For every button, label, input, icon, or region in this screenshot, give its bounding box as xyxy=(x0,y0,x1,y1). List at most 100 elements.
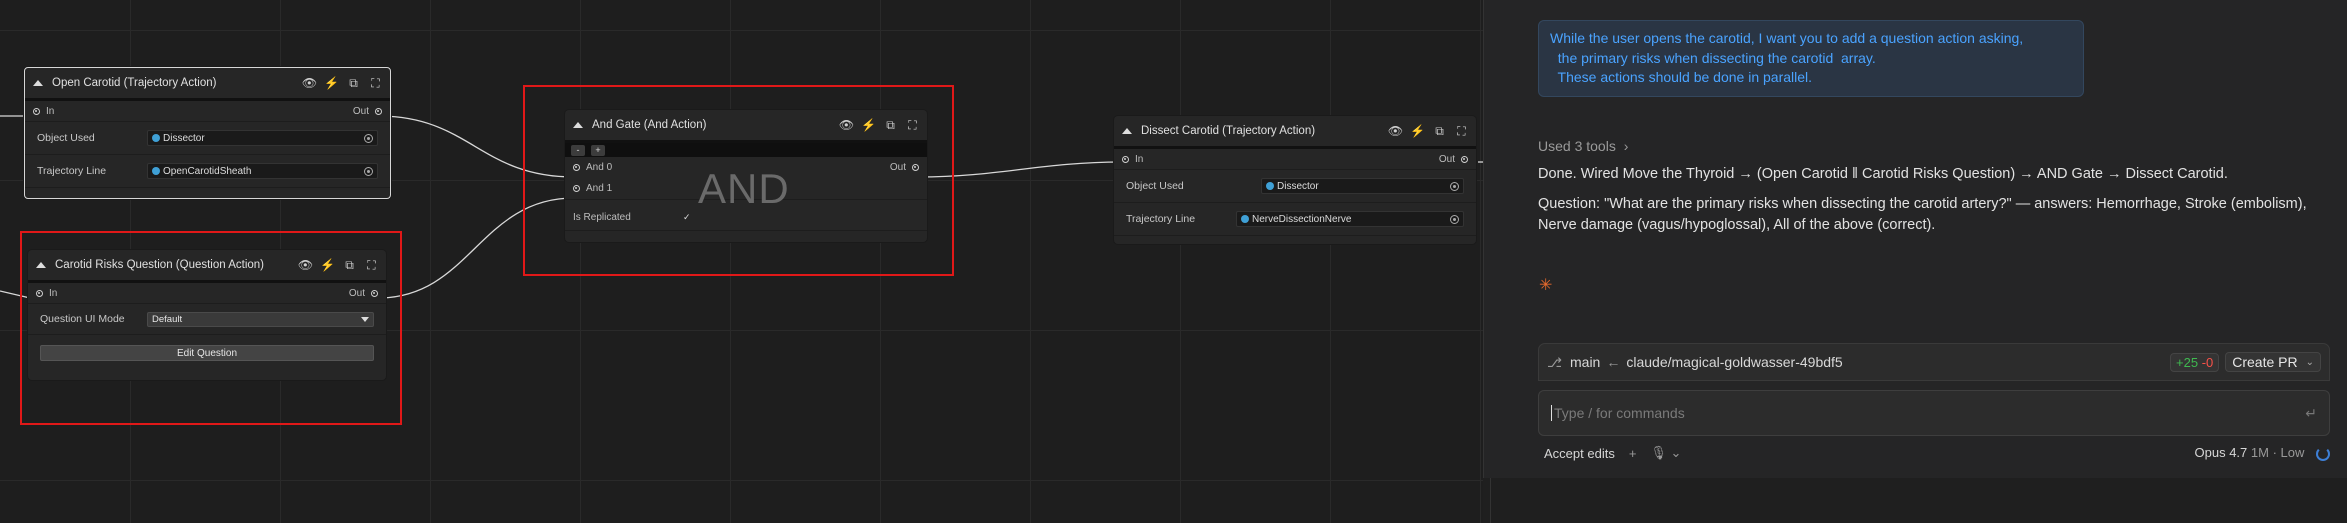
model-context: 1M · Low xyxy=(2250,445,2305,461)
out-label: Out xyxy=(889,162,906,173)
copy-icon[interactable]: ⧉ xyxy=(884,119,897,132)
chevron-right-icon: › xyxy=(1623,138,1629,154)
used-tools-toggle[interactable]: Used 3 tools › xyxy=(1538,138,1628,154)
out-label: Out xyxy=(352,105,369,117)
in-pin[interactable] xyxy=(33,107,40,115)
diff-stats: +25 -0 xyxy=(2170,352,2220,372)
object-used-row: Object Used Dissector xyxy=(25,122,390,155)
copy-icon[interactable]: ⧉ xyxy=(343,259,356,272)
edit-question-button[interactable]: Edit Question xyxy=(40,345,374,361)
lightning-icon[interactable]: ⚡ xyxy=(324,77,339,90)
focus-frame-icon[interactable]: ⛶ xyxy=(365,259,378,272)
out-pin[interactable] xyxy=(1461,155,1468,163)
model-selector[interactable]: Opus 4.7 1M · Low xyxy=(2195,445,2330,461)
in-pin[interactable] xyxy=(1122,155,1129,163)
command-input-placeholder: Type / for commands xyxy=(1554,405,1685,421)
picker-target-icon[interactable] xyxy=(1450,181,1459,191)
eye-icon[interactable]: 👁 xyxy=(839,119,854,132)
lightning-icon[interactable]: ⚡ xyxy=(320,259,335,272)
user-message: While the user opens the carotid, I want… xyxy=(1538,20,2084,97)
trajectory-line-field[interactable]: OpenCarotidSheath xyxy=(147,163,378,179)
node-header[interactable]: Open Carotid (Trajectory Action) 👁 ⚡ ⧉ ⛶ xyxy=(25,68,390,101)
create-pr-label: Create PR xyxy=(2232,354,2298,370)
trajectory-line-field[interactable]: NerveDissectionNerve xyxy=(1236,211,1464,227)
collapse-triangle-icon[interactable] xyxy=(33,80,43,86)
is-replicated-checkbox[interactable]: ✓ xyxy=(683,212,691,223)
out-pin[interactable] xyxy=(371,289,378,297)
reply-paragraph: Done. Wired Move the Thyroid → (Open Car… xyxy=(1538,166,2228,182)
asset-icon xyxy=(152,167,160,175)
command-input[interactable]: Type / for commands ↵ xyxy=(1538,390,2330,436)
trajectory-line-row: Trajectory Line NerveDissectionNerve xyxy=(1114,203,1476,236)
eye-icon[interactable]: 👁 xyxy=(1388,125,1403,138)
user-message-line: These actions should be done in parallel… xyxy=(1550,69,1813,85)
in-pin[interactable] xyxy=(36,289,43,297)
picker-target-icon[interactable] xyxy=(364,166,373,176)
and0-pin[interactable] xyxy=(573,164,580,171)
out-pin[interactable] xyxy=(375,107,382,115)
out-label: Out xyxy=(1438,153,1455,165)
focus-frame-icon[interactable]: ⛶ xyxy=(369,77,382,90)
wire-open-to-and0 xyxy=(377,115,575,178)
accept-edits-toggle[interactable]: Accept edits xyxy=(1544,446,1615,461)
in-label: In xyxy=(49,287,58,299)
object-used-value: Dissector xyxy=(163,132,205,144)
node-title: Carotid Risks Question (Question Action) xyxy=(55,259,265,271)
focus-frame-icon[interactable]: ⛶ xyxy=(906,119,919,132)
lightning-icon[interactable]: ⚡ xyxy=(1410,125,1425,138)
chat-panel: While the user opens the carotid, I want… xyxy=(1483,0,2347,478)
node-header[interactable]: Carotid Risks Question (Question Action)… xyxy=(28,250,386,283)
node-and-gate[interactable]: And Gate (And Action) 👁 ⚡ ⧉ ⛶ - + And 0 … xyxy=(565,110,927,242)
collapse-triangle-icon[interactable] xyxy=(36,262,46,268)
and1-pin[interactable] xyxy=(573,185,580,192)
remove-input-button[interactable]: - xyxy=(571,144,585,156)
object-used-label: Object Used xyxy=(37,132,95,144)
question-ui-mode-label: Question UI Mode xyxy=(40,313,125,325)
pin-row: In Out xyxy=(25,101,390,122)
out-label: Out xyxy=(348,287,365,299)
out-pin[interactable] xyxy=(912,164,919,171)
node-header[interactable]: And Gate (And Action) 👁 ⚡ ⧉ ⛶ xyxy=(565,110,927,143)
node-dissect-carotid[interactable]: Dissect Carotid (Trajectory Action) 👁 ⚡ … xyxy=(1114,116,1476,244)
reply-paragraph: Question: "What are the primary risks wh… xyxy=(1538,196,2307,233)
chevron-down-icon xyxy=(361,316,369,322)
trajectory-line-row: Trajectory Line OpenCarotidSheath xyxy=(25,155,390,188)
enter-icon[interactable]: ↵ xyxy=(2305,405,2317,422)
node-graph-canvas[interactable]: Open Carotid (Trajectory Action) 👁 ⚡ ⧉ ⛶… xyxy=(0,0,1490,523)
pin-row: In Out xyxy=(28,283,386,304)
picker-target-icon[interactable] xyxy=(364,133,373,143)
add-attachment-icon[interactable]: + xyxy=(1629,446,1637,461)
trajectory-line-label: Trajectory Line xyxy=(1126,213,1196,225)
node-open-carotid[interactable]: Open Carotid (Trajectory Action) 👁 ⚡ ⧉ ⛶… xyxy=(24,67,391,199)
picker-target-icon[interactable] xyxy=(1450,214,1459,224)
wire-entry-risks-question xyxy=(0,290,31,299)
focus-frame-icon[interactable]: ⛶ xyxy=(1455,125,1468,138)
add-input-button[interactable]: + xyxy=(591,144,605,156)
object-used-label: Object Used xyxy=(1126,180,1184,192)
lightning-icon[interactable]: ⚡ xyxy=(861,119,876,132)
eye-icon[interactable]: 👁 xyxy=(302,77,317,90)
node-title: Open Carotid (Trajectory Action) xyxy=(52,77,217,89)
node-carotid-risks-question[interactable]: Carotid Risks Question (Question Action)… xyxy=(28,250,386,380)
collapse-triangle-icon[interactable] xyxy=(573,122,583,128)
branch-bar: ⎇ main ← claude/magical-goldwasser-49bdf… xyxy=(1538,343,2330,381)
object-used-field[interactable]: Dissector xyxy=(147,130,378,146)
copy-icon[interactable]: ⧉ xyxy=(1433,125,1446,138)
create-pr-button[interactable]: Create PR ⌄ xyxy=(2225,352,2321,372)
in-label: In xyxy=(1135,153,1144,165)
microphone-icon[interactable]: 🎙 ⌄ xyxy=(1650,445,1681,461)
assistant-reply: Done. Wired Move the Thyroid → (Open Car… xyxy=(1538,164,2338,245)
question-ui-mode-select[interactable]: Default xyxy=(147,311,374,327)
copy-icon[interactable]: ⧉ xyxy=(347,77,360,90)
object-used-field[interactable]: Dissector xyxy=(1261,178,1464,194)
node-header[interactable]: Dissect Carotid (Trajectory Action) 👁 ⚡ … xyxy=(1114,116,1476,149)
object-used-value: Dissector xyxy=(1277,180,1319,192)
eye-icon[interactable]: 👁 xyxy=(298,259,313,272)
chevron-down-icon[interactable]: ⌄ xyxy=(2306,357,2314,368)
asset-icon xyxy=(1266,182,1274,190)
collapse-triangle-icon[interactable] xyxy=(1122,128,1132,134)
node-title: And Gate (And Action) xyxy=(592,119,707,131)
text-caret xyxy=(1551,405,1552,421)
asset-icon xyxy=(1241,215,1249,223)
branch-name: claude/magical-goldwasser-49bdf5 xyxy=(1626,354,1843,370)
